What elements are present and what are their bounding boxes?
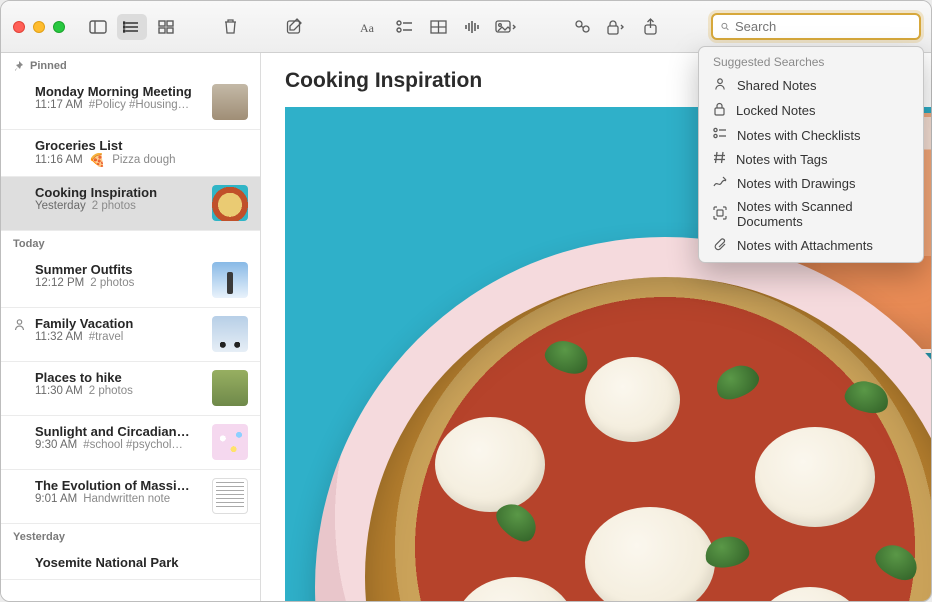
note-item-snippet: 2 photos — [89, 385, 133, 397]
note-item-title: Places to hike — [35, 370, 202, 385]
list-view-button[interactable] — [117, 14, 147, 40]
suggestion-label: Shared Notes — [737, 78, 817, 93]
note-item-title: Monday Morning Meeting — [35, 84, 202, 99]
note-item-time: 11:32 AM — [35, 331, 83, 343]
note-list-item[interactable]: Cooking Inspiration Yesterday 2 photos — [1, 177, 260, 231]
note-item-snippet: Pizza dough — [112, 154, 175, 166]
scan-icon — [713, 206, 727, 223]
suggestion-shared[interactable]: Shared Notes — [699, 73, 923, 98]
note-item-snippet: 2 photos — [90, 277, 134, 289]
note-list-item[interactable]: Yosemite National Park — [1, 547, 260, 580]
note-item-title: Family Vacation — [35, 316, 202, 331]
share-button[interactable] — [635, 14, 665, 40]
pin-icon — [13, 61, 24, 72]
suggestion-attachment[interactable]: Notes with Attachments — [699, 233, 923, 258]
note-item-time: 12:12 PM — [35, 277, 84, 289]
note-list-item[interactable]: Monday Morning Meeting 11:17 AM #Policy … — [1, 76, 260, 130]
checklist-button[interactable] — [389, 14, 419, 40]
suggestion-label: Notes with Checklists — [737, 128, 861, 143]
suggestion-label: Notes with Attachments — [737, 238, 873, 253]
share-group — [567, 14, 665, 40]
note-thumbnail — [212, 185, 248, 221]
note-item-title: Yosemite National Park — [35, 555, 248, 570]
close-window-button[interactable] — [13, 21, 25, 33]
checklist-icon — [713, 127, 727, 143]
suggestions-header: Suggested Searches — [699, 55, 923, 73]
suggestion-label: Notes with Tags — [736, 152, 828, 167]
drawing-icon — [713, 175, 727, 191]
note-list-item[interactable]: Family Vacation 11:32 AM #travel — [1, 308, 260, 362]
locked-icon — [713, 102, 726, 119]
link-note-button[interactable] — [567, 14, 597, 40]
note-item-snippet: #travel — [89, 331, 124, 343]
note-thumbnail — [212, 84, 248, 120]
suggestion-locked[interactable]: Locked Notes — [699, 98, 923, 123]
note-list-item[interactable]: Sunlight and Circadian… 9:30 AM #school … — [1, 416, 260, 470]
gallery-view-button[interactable] — [151, 14, 181, 40]
lock-note-button[interactable] — [601, 14, 631, 40]
note-list-item[interactable]: Groceries List 11:16 AM 🍕 Pizza dough — [1, 130, 260, 177]
search-field[interactable] — [711, 13, 921, 40]
table-button[interactable] — [423, 14, 453, 40]
note-item-title: Sunlight and Circadian… — [35, 424, 202, 439]
new-note-button[interactable] — [279, 14, 309, 40]
note-item-time: 11:17 AM — [35, 99, 83, 111]
search-suggestions-popover: Suggested Searches Shared Notes Locked N… — [698, 46, 924, 263]
view-switcher — [83, 14, 181, 40]
notes-window: Aa — [0, 0, 932, 602]
window-controls — [13, 21, 65, 33]
media-menu-button[interactable] — [491, 14, 521, 40]
notes-list[interactable]: Pinned Monday Morning Meeting 11:17 AM #… — [1, 53, 261, 601]
delete-note-button[interactable] — [215, 14, 245, 40]
search-input[interactable] — [735, 19, 911, 34]
suggestion-label: Notes with Scanned Documents — [737, 199, 909, 229]
shared-icon — [13, 318, 26, 334]
svg-text:Aa: Aa — [360, 21, 375, 34]
note-list-item[interactable]: The Evolution of Massi… 9:01 AM Handwrit… — [1, 470, 260, 524]
note-item-snippet: #school #psychol… — [83, 439, 183, 451]
shared-icon — [713, 77, 727, 94]
note-item-title: The Evolution of Massi… — [35, 478, 202, 493]
note-thumbnail — [212, 424, 248, 460]
yesterday-label: Yesterday — [13, 531, 65, 543]
note-item-title: Summer Outfits — [35, 262, 202, 277]
pinned-section-header: Pinned — [1, 53, 260, 76]
note-item-snippet: #Policy #Housing… — [89, 99, 189, 111]
minimize-window-button[interactable] — [33, 21, 45, 33]
note-list-item[interactable]: Summer Outfits 12:12 PM 2 photos — [1, 254, 260, 308]
suggestion-drawing[interactable]: Notes with Drawings — [699, 171, 923, 195]
note-thumbnail — [212, 478, 248, 514]
suggestion-scan[interactable]: Notes with Scanned Documents — [699, 195, 923, 233]
note-item-title: Groceries List — [35, 138, 248, 153]
note-item-title: Cooking Inspiration — [35, 185, 202, 200]
snippet-emoji: 🍕 — [89, 153, 106, 167]
note-list-item[interactable]: Places to hike 11:30 AM 2 photos — [1, 362, 260, 416]
yesterday-section-header: Yesterday — [1, 524, 260, 547]
attachment-icon — [713, 237, 727, 254]
note-item-time: 9:01 AM — [35, 493, 77, 505]
sidebar-toggle-button[interactable] — [83, 14, 113, 40]
today-label: Today — [13, 238, 45, 250]
note-thumbnail — [212, 370, 248, 406]
note-item-time: Yesterday — [35, 200, 86, 212]
suggestion-checklist[interactable]: Notes with Checklists — [699, 123, 923, 147]
format-group: Aa — [355, 14, 521, 40]
format-text-button[interactable]: Aa — [355, 14, 385, 40]
note-thumbnail — [212, 316, 248, 352]
tag-icon — [713, 151, 726, 167]
audio-button[interactable] — [457, 14, 487, 40]
note-item-snippet: Handwritten note — [83, 493, 170, 505]
note-item-time: 11:30 AM — [35, 385, 83, 397]
pinned-label: Pinned — [30, 60, 67, 72]
today-section-header: Today — [1, 231, 260, 254]
zoom-window-button[interactable] — [53, 21, 65, 33]
note-item-time: 9:30 AM — [35, 439, 77, 451]
search-icon — [721, 20, 729, 33]
note-thumbnail — [212, 262, 248, 298]
note-item-snippet: 2 photos — [92, 200, 136, 212]
note-item-time: 11:16 AM — [35, 154, 83, 166]
suggestion-tag[interactable]: Notes with Tags — [699, 147, 923, 171]
suggestion-label: Notes with Drawings — [737, 176, 856, 191]
suggestion-label: Locked Notes — [736, 103, 816, 118]
